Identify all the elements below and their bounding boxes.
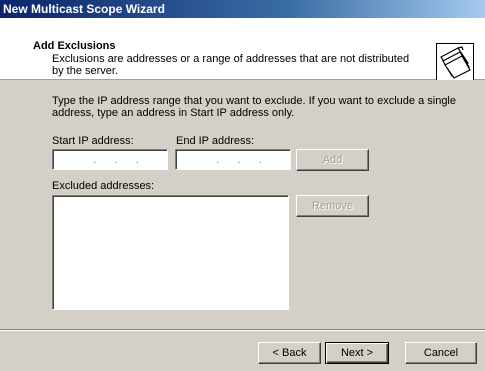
back-button[interactable]: < Back bbox=[258, 342, 321, 364]
start-ip-input[interactable]: . . . bbox=[52, 149, 168, 170]
excluded-addresses-label: Excluded addresses: bbox=[52, 180, 155, 192]
page-description: Exclusions are addresses or a range of a… bbox=[52, 53, 410, 77]
add-button[interactable]: Add bbox=[296, 149, 369, 171]
end-ip-label: End IP address: bbox=[176, 135, 255, 147]
wizard-folders-icon bbox=[436, 43, 474, 81]
remove-button[interactable]: Remove bbox=[296, 195, 369, 217]
start-ip-label: Start IP address: bbox=[52, 135, 134, 147]
wizard-content: Type the IP address range that you want … bbox=[0, 80, 485, 371]
footer-divider bbox=[0, 329, 485, 331]
excluded-addresses-list[interactable] bbox=[52, 195, 289, 310]
wizard-header: Add Exclusions Exclusions are addresses … bbox=[0, 18, 485, 81]
instruction-text: Type the IP address range that you want … bbox=[52, 95, 456, 119]
end-ip-input[interactable]: . . . bbox=[175, 149, 291, 170]
cancel-button[interactable]: Cancel bbox=[405, 342, 477, 364]
window-title: New Multicast Scope Wizard bbox=[0, 0, 485, 18]
next-button[interactable]: Next > bbox=[325, 342, 389, 364]
page-title: Add Exclusions bbox=[33, 40, 116, 52]
